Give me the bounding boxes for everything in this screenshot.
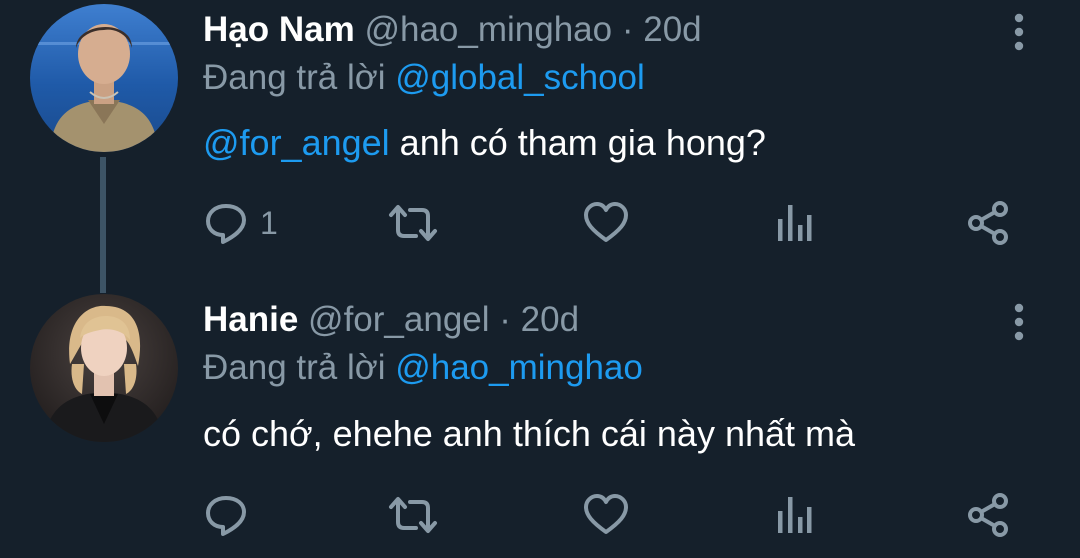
- reply-button[interactable]: [202, 490, 250, 540]
- views-icon: [778, 497, 812, 533]
- like-button[interactable]: [582, 198, 630, 248]
- tweet-text: có chớ, ehehe anh thích cái này nhất mà: [203, 413, 856, 454]
- tweet[interactable]: Hạo Nam @hao_minghao · 20d Đang trả lời …: [0, 0, 1080, 290]
- user-handle[interactable]: @for_angel: [308, 300, 489, 339]
- reply-count: 1: [260, 205, 278, 241]
- separator-dot: ·: [499, 300, 511, 339]
- share-button[interactable]: [964, 490, 1012, 540]
- reply-button[interactable]: 1: [202, 198, 278, 248]
- conversation-thread: Hạo Nam @hao_minghao · 20d Đang trả lời …: [0, 0, 1080, 558]
- body-text: anh có tham gia hong?: [389, 122, 766, 163]
- more-options-button[interactable]: [1008, 302, 1030, 342]
- share-button[interactable]: [964, 198, 1012, 248]
- retweet-icon: [389, 205, 437, 241]
- more-options-button[interactable]: [1008, 12, 1030, 52]
- replying-to-mention[interactable]: @global_school: [395, 58, 645, 97]
- reply-icon: [206, 204, 246, 244]
- like-icon: [584, 494, 628, 534]
- body-mention[interactable]: @for_angel: [203, 122, 390, 163]
- user-handle[interactable]: @hao_minghao: [364, 10, 612, 49]
- retweet-button[interactable]: [385, 490, 441, 540]
- replying-to-label: Đang trả lời: [203, 348, 386, 387]
- retweet-icon: [389, 497, 437, 533]
- tweet-header: Hanie @for_angel · 20d: [203, 300, 579, 340]
- action-bar: [200, 490, 1040, 540]
- replying-to-line: Đang trả lời @global_school: [203, 58, 645, 98]
- replying-to-label: Đang trả lời: [203, 58, 386, 97]
- more-icon: [1014, 13, 1024, 51]
- like-button[interactable]: [582, 490, 630, 540]
- replying-to-line: Đang trả lời @hao_minghao: [203, 348, 643, 388]
- like-icon: [584, 202, 628, 242]
- views-button[interactable]: [774, 198, 814, 248]
- share-icon: [968, 201, 1008, 245]
- avatar[interactable]: [30, 4, 178, 152]
- avatar[interactable]: [30, 294, 178, 442]
- views-button[interactable]: [774, 490, 814, 540]
- display-name[interactable]: Hạo Nam: [203, 10, 355, 49]
- timestamp[interactable]: 20d: [521, 300, 579, 339]
- display-name[interactable]: Hanie: [203, 300, 298, 339]
- tweet[interactable]: Hanie @for_angel · 20d Đang trả lời @hao…: [0, 290, 1080, 558]
- views-icon: [778, 205, 812, 241]
- action-bar: 1: [200, 198, 1040, 248]
- replying-to-mention[interactable]: @hao_minghao: [395, 348, 643, 387]
- reply-icon: [206, 496, 246, 536]
- separator-dot: ·: [621, 10, 634, 49]
- retweet-button[interactable]: [385, 198, 441, 248]
- more-icon: [1014, 303, 1024, 341]
- tweet-header: Hạo Nam @hao_minghao · 20d: [203, 10, 702, 50]
- share-icon: [968, 493, 1008, 537]
- timestamp[interactable]: 20d: [643, 10, 701, 49]
- tweet-text: @for_angel anh có tham gia hong?: [203, 121, 766, 165]
